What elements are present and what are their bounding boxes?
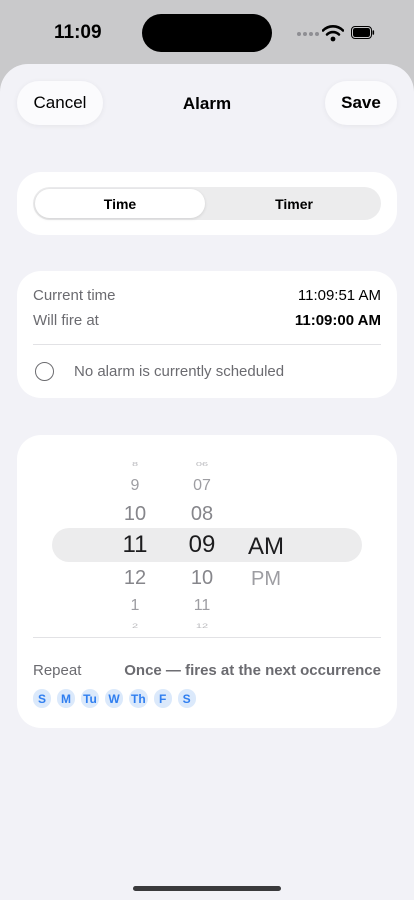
hour-option[interactable]: 1 xyxy=(113,598,157,614)
time-picker-card: 8 9 10 11 12 1 2 06 07 08 09 10 11 12 AM… xyxy=(17,435,397,728)
minute-option[interactable]: 10 xyxy=(180,568,224,588)
fire-time-value: 11:09:00 AM xyxy=(294,312,381,329)
repeat-label: Repeat xyxy=(33,662,82,679)
hour-option[interactable]: 2 xyxy=(113,623,157,630)
fire-time-label: Will fire at xyxy=(33,312,99,329)
alarm-info-card: Current time 11:09:51 AM Will fire at 11… xyxy=(17,271,397,398)
divider xyxy=(33,344,381,345)
mode-segmented-control: Time Timer xyxy=(33,187,381,220)
minute-option[interactable]: 07 xyxy=(180,478,224,494)
save-button[interactable]: Save xyxy=(325,81,397,125)
wifi-icon xyxy=(322,25,344,42)
day-chip-saturday[interactable]: S xyxy=(177,689,196,708)
day-chip-monday[interactable]: M xyxy=(57,689,75,708)
hour-option[interactable]: 8 xyxy=(113,462,157,468)
hour-selected[interactable]: 11 xyxy=(113,533,157,557)
alarm-status-text: No alarm is currently scheduled xyxy=(74,363,285,380)
minute-option[interactable]: 12 xyxy=(180,623,224,630)
status-radio-icon xyxy=(35,362,54,381)
current-time-value: 11:09:51 AM xyxy=(297,287,381,304)
minute-option[interactable]: 06 xyxy=(180,462,224,468)
tab-timer[interactable]: Timer xyxy=(209,189,379,218)
hour-option[interactable]: 10 xyxy=(113,504,157,524)
period-option[interactable]: PM xyxy=(248,568,284,591)
day-chip-thursday[interactable]: Th xyxy=(129,689,148,708)
cellular-signal-icon xyxy=(297,32,319,36)
current-time-label: Current time xyxy=(33,287,116,304)
home-indicator[interactable] xyxy=(133,886,281,891)
day-chip-tuesday[interactable]: Tu xyxy=(81,689,99,708)
status-bar: 11:09 xyxy=(0,0,414,64)
dynamic-island xyxy=(142,14,272,52)
day-chip-wednesday[interactable]: W xyxy=(105,689,123,708)
hour-option[interactable]: 12 xyxy=(113,568,157,588)
mode-card: Time Timer xyxy=(17,172,397,235)
day-chip-sunday[interactable]: S xyxy=(33,689,51,708)
divider xyxy=(33,637,381,638)
hour-option[interactable]: 9 xyxy=(113,478,157,494)
day-chip-friday[interactable]: F xyxy=(153,689,172,708)
minute-option[interactable]: 11 xyxy=(180,598,224,614)
battery-icon xyxy=(351,26,375,39)
tab-time[interactable]: Time xyxy=(35,189,205,218)
repeat-value[interactable]: Once — fires at the next occurrence xyxy=(124,662,381,679)
minute-option[interactable]: 08 xyxy=(180,504,224,524)
repeat-days: S M Tu W Th F S xyxy=(33,689,196,708)
status-time: 11:09 xyxy=(54,22,102,43)
minute-selected[interactable]: 09 xyxy=(180,533,224,557)
period-selected[interactable]: AM xyxy=(248,533,284,561)
alarm-sheet: Cancel Alarm Save Time Timer Current tim… xyxy=(0,64,414,900)
